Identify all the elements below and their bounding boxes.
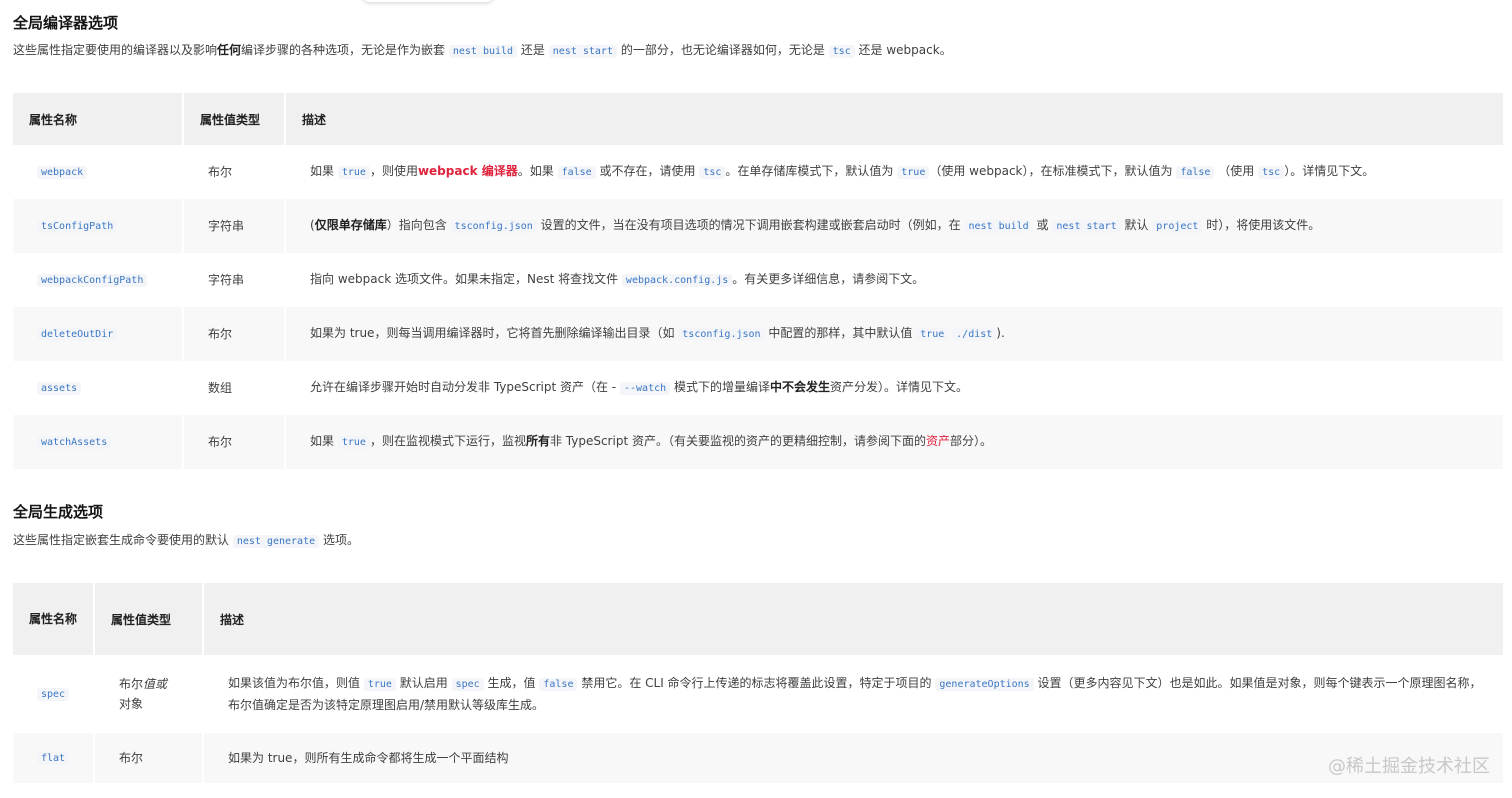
section-title-compiler: 全局编译器选项 — [13, 14, 119, 32]
table-row: assets 数组 允许在编译步骤开始时自动分发非 TypeScript 资产（… — [13, 361, 1503, 415]
property-name: webpackConfigPath — [37, 274, 148, 287]
property-type: 布尔 — [95, 733, 204, 783]
property-description: 如果该值为布尔值，则值 true 默认启用 spec 生成，值 false 禁用… — [228, 676, 1482, 712]
property-type: 布尔 — [184, 415, 286, 469]
property-description: 如果为 true，则所有生成命令都将生成一个平面结构 — [204, 733, 1503, 783]
col-header-desc: 描述 — [204, 583, 1503, 655]
table-row: watchAssets 布尔 如果 true ，则在监视模式下运行，监视所有非 T… — [13, 415, 1503, 469]
property-description: 如果 true ，则在监视模式下运行，监视所有非 TypeScript 资产。（有… — [286, 415, 1503, 469]
col-header-name: 属性名称 — [13, 583, 95, 655]
section-intro-generate: 这些属性指定嵌套生成命令要使用的默认 nest generate 选项。 — [13, 533, 359, 548]
property-type: 数组 — [184, 361, 286, 415]
property-description: 允许在编译步骤开始时自动分发非 TypeScript 资产（在 - --watc… — [310, 380, 969, 395]
compiler-options-table: 属性名称 属性值类型 描述 webpack 布尔 如果 true ，则使用webp… — [13, 93, 1503, 469]
col-header-name: 属性名称 — [13, 93, 184, 145]
webpack-compiler-link[interactable]: webpack 编译器 — [418, 164, 518, 178]
table-row: spec 布尔值或 对象 如果该值为布尔值，则值 true 默认启用 spec 生… — [13, 655, 1503, 733]
property-description: (仅限单存储库）指向包含 tsconfig.json 设置的文件，当在没有项目选… — [286, 199, 1503, 253]
table-header-row: 属性名称 属性值类型 描述 — [13, 583, 1503, 655]
property-name: webpack — [37, 166, 88, 179]
property-description: 如果为 true，则每当调用编译器时，它将首先删除编译输出目录（如 tsconf… — [286, 307, 1503, 361]
col-header-desc: 描述 — [286, 93, 1503, 145]
assets-section-link[interactable]: 资产 — [926, 434, 950, 448]
property-name: watchAssets — [37, 436, 112, 449]
table-header-row: 属性名称 属性值类型 描述 — [13, 93, 1503, 145]
property-type: 布尔值或 对象 — [95, 655, 204, 733]
table-row: webpack 布尔 如果 true ，则使用webpack 编译器。如果 fal… — [13, 145, 1503, 199]
table-row: webpackConfigPath 字符串 指向 webpack 选项文件。如果… — [13, 253, 1503, 307]
table-row: flat 布尔 如果为 true，则所有生成命令都将生成一个平面结构 — [13, 733, 1503, 783]
property-type: 字符串 — [184, 253, 286, 307]
property-description: 如果 true ，则使用webpack 编译器。如果 false 或不存在，请使用… — [310, 164, 1375, 179]
generate-options-table: 属性名称 属性值类型 描述 spec 布尔值或 对象 如果该值为布尔值，则值 tr… — [13, 583, 1503, 783]
section-title-generate: 全局生成选项 — [13, 503, 104, 521]
col-header-type: 属性值类型 — [95, 583, 204, 655]
property-name: tsConfigPath — [37, 220, 118, 233]
inline-code: nest start — [548, 45, 617, 58]
section-intro-compiler: 这些属性指定要使用的编译器以及影响任何编译步骤的各种选项，无论是作为嵌套 nes… — [13, 43, 952, 58]
inline-code: tsc — [828, 45, 855, 58]
table-row: tsConfigPath 字符串 (仅限单存储库）指向包含 tsconfig.j… — [13, 199, 1503, 253]
property-description: 指向 webpack 选项文件。如果未指定，Nest 将查找文件 webpack… — [310, 272, 925, 287]
watermark: @稀土掘金技术社区 — [1328, 756, 1490, 777]
col-header-type: 属性值类型 — [184, 93, 286, 145]
property-name: assets — [37, 382, 82, 395]
property-type: 字符串 — [184, 199, 286, 253]
inline-code: nest build — [448, 45, 518, 58]
property-type: 布尔 — [184, 307, 286, 361]
property-name: flat — [37, 752, 70, 765]
table-row: deleteOutDir 布尔 如果为 true，则每当调用编译器时，它将首先删… — [13, 307, 1503, 361]
property-name: spec — [37, 688, 70, 701]
property-name: deleteOutDir — [37, 328, 118, 341]
property-type: 布尔 — [184, 145, 286, 199]
floating-tab-edge — [362, 0, 494, 2]
inline-code: nest generate — [232, 535, 320, 548]
